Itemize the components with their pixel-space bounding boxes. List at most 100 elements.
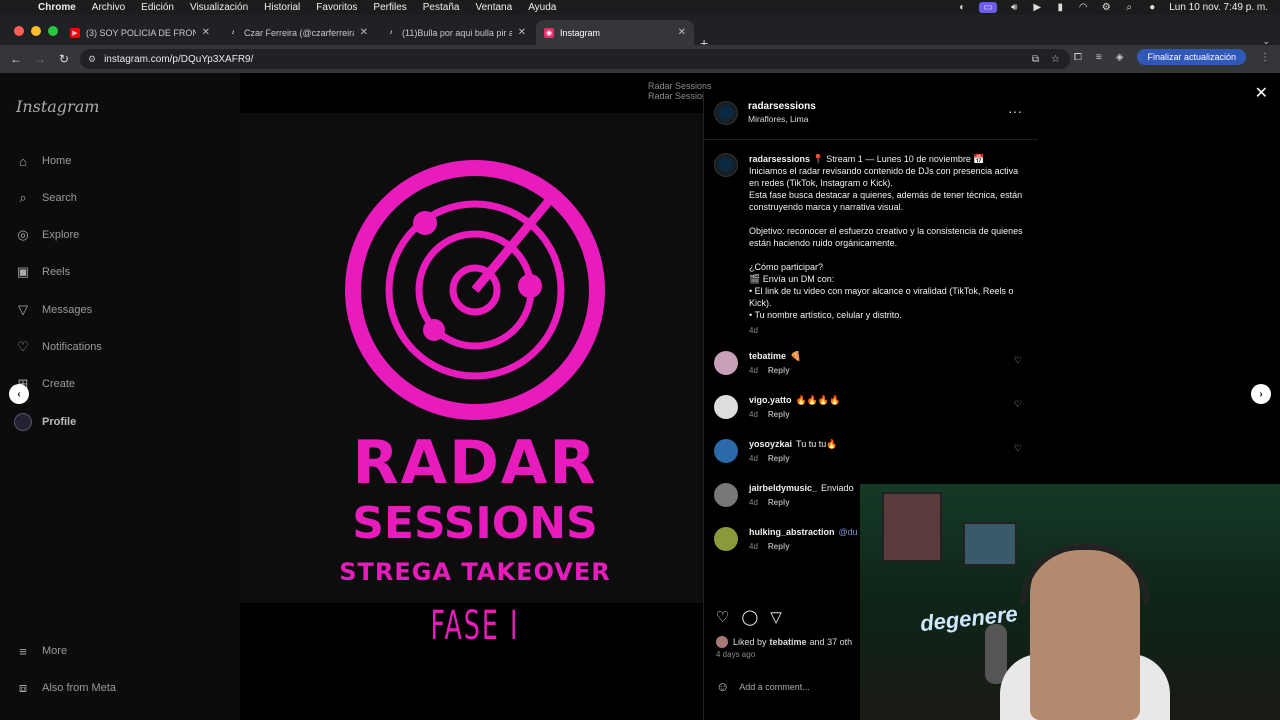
volume-icon[interactable]: 🔊︎ [1008, 2, 1020, 13]
screen-share-icon[interactable]: ▭ [979, 2, 998, 13]
comment-input[interactable]: ☺ Add a comment... [716, 679, 810, 694]
menu-historial[interactable]: Historial [264, 2, 300, 13]
tab-tiktok-bulla[interactable]: ♪ (11)Bulla por aqui bulla pir aa ✕ [378, 20, 534, 45]
avatar[interactable] [714, 483, 738, 507]
menu-app[interactable]: Chrome [38, 2, 76, 13]
likes-username[interactable]: tebatime [770, 637, 807, 647]
avatar[interactable] [714, 439, 738, 463]
reply-button[interactable]: Reply [768, 366, 790, 375]
reply-button[interactable]: Reply [768, 542, 790, 551]
menu-ventana[interactable]: Ventana [475, 2, 512, 13]
more-options-icon[interactable]: ··· [1008, 103, 1022, 119]
profile-icon[interactable]: ◈ [1116, 52, 1124, 63]
comment-text: 🍕 [790, 351, 802, 361]
address-bar[interactable]: ⚙ instagram.com/p/DQuYp3XAFR9/ ⧉ ☆ [80, 49, 1070, 69]
url-text[interactable]: instagram.com/p/DQuYp3XAFR9/ [104, 54, 253, 65]
sidebar-item-messages[interactable]: ▽ Messages [14, 301, 92, 319]
battery-icon[interactable]: ▮ [1054, 2, 1066, 13]
menu-archivo[interactable]: Archivo [92, 2, 125, 13]
close-window-button[interactable] [14, 26, 24, 36]
post-date: 4 days ago [716, 650, 756, 659]
sidebar-item-meta[interactable]: ⧈ Also from Meta [14, 679, 116, 697]
emoji-icon[interactable]: ☺ [716, 679, 729, 694]
tab-instagram[interactable]: ◉ Instagram ✕ [536, 20, 694, 45]
avatar[interactable] [714, 527, 738, 551]
install-icon[interactable]: ⧉ [1032, 54, 1039, 65]
bookmark-star-icon[interactable]: ☆ [1051, 54, 1060, 65]
next-post-button[interactable]: › [1251, 384, 1271, 404]
reply-button[interactable]: Reply [768, 410, 790, 419]
sidebar-item-home[interactable]: ⌂ Home [14, 152, 71, 170]
sidebar-item-label: Profile [42, 416, 77, 428]
close-tab-icon[interactable]: ✕ [518, 27, 526, 38]
close-icon[interactable]: ✕ [1255, 83, 1268, 103]
reply-button[interactable]: Reply [768, 498, 790, 507]
caption-line: ¿Cómo participar? [749, 262, 824, 272]
previous-post-button[interactable]: ‹ [9, 384, 29, 404]
close-tab-icon[interactable]: ✕ [202, 27, 210, 38]
menu-perfiles[interactable]: Perfiles [373, 2, 406, 13]
comment-username[interactable]: hulking_abstraction [749, 527, 835, 537]
play-icon[interactable]: ▶ [1031, 2, 1043, 13]
meta-icon: ⧈ [18, 680, 28, 695]
avatar[interactable] [714, 395, 738, 419]
comment-username[interactable]: vigo.yatto [749, 395, 792, 405]
comment-username[interactable]: jairbeldymusic_ [749, 483, 817, 493]
clock[interactable]: Lun 10 nov. 7:49 p. m. [1169, 2, 1268, 13]
sidebar-item-explore[interactable]: ◎ Explore [14, 226, 79, 244]
heart-icon[interactable]: ♡ [1014, 355, 1022, 366]
heart-icon[interactable]: ♡ [1014, 399, 1022, 410]
menu-pestana[interactable]: Pestaña [423, 2, 460, 13]
back-icon[interactable]: ← [4, 52, 28, 66]
caption-username[interactable]: radarsessions [749, 154, 810, 164]
avatar[interactable] [714, 351, 738, 375]
close-tab-icon[interactable]: ✕ [678, 27, 686, 38]
comment-age: 4d [749, 410, 758, 419]
sidebar-item-profile[interactable]: Profile [14, 413, 76, 431]
site-info-icon[interactable]: ⚙ [88, 54, 96, 65]
control-center-icon[interactable]: ⚙ [1100, 2, 1112, 13]
tab-tiktok-czar[interactable]: ♪ Czar Ferreira (@czarferreira) ✕ [220, 20, 376, 45]
forward-icon[interactable]: → [28, 52, 52, 66]
reply-button[interactable]: Reply [768, 454, 790, 463]
comment-mention[interactable]: @du [839, 527, 858, 537]
spotlight-icon[interactable]: ⌕ [1123, 2, 1135, 13]
sidebar-item-search[interactable]: ⌕ Search [14, 189, 77, 207]
menu-visualizacion[interactable]: Visualización [190, 2, 248, 13]
sidebar-item-more[interactable]: ≡ More [14, 642, 67, 660]
menu-edicion[interactable]: Edición [141, 2, 174, 13]
home-icon: ⌂ [19, 153, 27, 169]
avatar[interactable] [714, 153, 738, 177]
update-button[interactable]: Finalizar actualización [1137, 49, 1246, 65]
tab-youtube[interactable]: ▶ (3) SOY POLICIA DE FRONTE ✕ [62, 20, 218, 45]
menu-ayuda[interactable]: Ayuda [528, 2, 556, 13]
sidebar-item-notifications[interactable]: ♡ Notifications [14, 338, 102, 356]
post-location[interactable]: Miraflores, Lima [748, 114, 808, 124]
record-icon[interactable]: ◐ [956, 2, 968, 13]
instagram-logo[interactable]: Instagram [16, 97, 99, 116]
menu-favoritos[interactable]: Favoritos [316, 2, 357, 13]
heart-icon[interactable]: ♡ [1014, 443, 1022, 454]
comment-icon[interactable]: ◯ [741, 608, 758, 626]
siri-icon[interactable]: ● [1146, 2, 1158, 13]
avatar[interactable] [714, 101, 738, 125]
youtube-icon: ▶ [70, 27, 80, 38]
share-icon[interactable]: ▽ [770, 608, 782, 626]
comment-username[interactable]: tebatime [749, 351, 786, 361]
likes-count[interactable]: and 37 oth [810, 637, 853, 647]
comment-placeholder[interactable]: Add a comment... [739, 682, 810, 692]
media-icon[interactable]: ≡ [1096, 52, 1102, 63]
close-tab-icon[interactable]: ✕ [360, 27, 368, 38]
extensions-icon[interactable]: ⧠ [1074, 52, 1082, 63]
menu-icon[interactable]: ⋮ [1260, 52, 1270, 63]
wifi-icon[interactable]: ◠ [1077, 2, 1089, 13]
sidebar-item-label: Reels [42, 266, 71, 278]
comment-username[interactable]: yosoyzkai [749, 439, 792, 449]
zoom-window-button[interactable] [48, 26, 58, 36]
post-username[interactable]: radarsessions [748, 101, 816, 112]
reload-icon[interactable]: ↻ [52, 52, 76, 66]
sidebar-item-reels[interactable]: ▣ Reels [14, 263, 70, 281]
minimize-window-button[interactable] [31, 26, 41, 36]
tab-title: (11)Bulla por aqui bulla pir aa [402, 27, 512, 38]
like-icon[interactable]: ♡ [716, 608, 729, 626]
